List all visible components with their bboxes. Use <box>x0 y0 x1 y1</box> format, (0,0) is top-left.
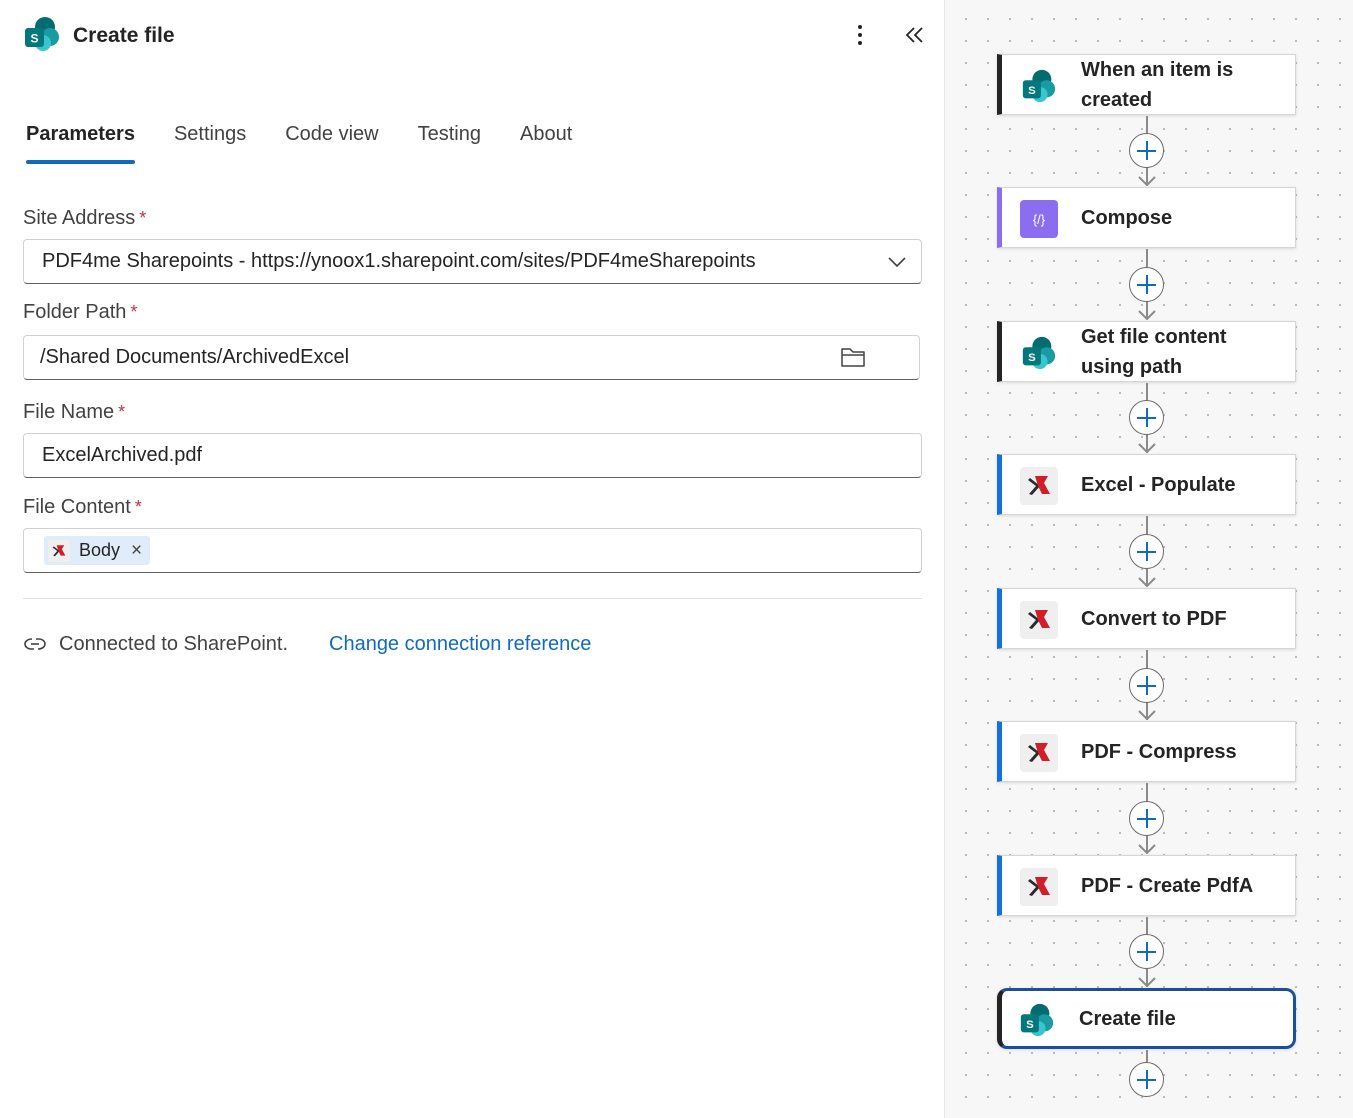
folder-icon[interactable] <box>839 344 867 370</box>
arrow-down-icon <box>1138 443 1156 453</box>
sharepoint-icon <box>1020 1003 1054 1037</box>
flow-step-label: When an item is created <box>1081 58 1234 111</box>
change-connection-link[interactable]: Change connection reference <box>329 633 591 656</box>
site-address-label: Site Address * <box>23 207 146 230</box>
folder-path-label-text: Folder Path <box>23 301 127 323</box>
flow-canvas[interactable]: When an item is created {/} Compose Get … <box>944 0 1353 1118</box>
required-marker: * <box>130 302 138 322</box>
pdf4me-icon <box>1020 601 1058 639</box>
folder-path-input[interactable]: /Shared Documents/ArchivedExcel <box>23 335 920 380</box>
add-step-button[interactable] <box>1129 534 1164 569</box>
pdf4me-icon <box>48 539 70 562</box>
tab-testing[interactable]: Testing <box>418 120 481 168</box>
sharepoint-icon <box>1022 69 1056 103</box>
flow-step-pdf-compress[interactable]: PDF - Compress <box>997 721 1296 782</box>
arrow-down-icon <box>1138 310 1156 320</box>
required-marker: * <box>139 208 147 228</box>
flow-step-label: Create file <box>1079 1007 1176 1030</box>
flow-step-pdf-create-pdfa[interactable]: PDF - Create PdfA <box>997 855 1296 916</box>
pdf4me-icon <box>1020 467 1058 505</box>
file-name-label: File Name * <box>23 401 125 424</box>
more-options-button[interactable] <box>848 20 872 50</box>
arrow-down-icon <box>1138 844 1156 854</box>
panel-header: Create file <box>22 14 932 58</box>
flow-step-get-file-content[interactable]: Get file content using path <box>997 321 1296 382</box>
sharepoint-icon <box>25 17 59 51</box>
body-token[interactable]: Body × <box>44 536 151 565</box>
file-content-label: File Content * <box>23 496 142 519</box>
file-name-value: ExcelArchived.pdf <box>42 444 203 466</box>
flow-step-label: Convert to PDF <box>1081 607 1227 630</box>
file-content-label-text: File Content <box>23 496 131 518</box>
close-icon[interactable]: × <box>131 540 142 562</box>
arrow-down-icon <box>1138 977 1156 987</box>
flow-step-label: Compose <box>1081 206 1173 229</box>
required-marker: * <box>134 497 142 517</box>
arrow-down-icon <box>1138 176 1156 186</box>
required-marker: * <box>118 402 126 422</box>
add-step-button[interactable] <box>1129 267 1164 302</box>
arrow-down-icon <box>1138 710 1156 720</box>
collapse-panel-icon[interactable] <box>902 20 928 50</box>
body-token-label: Body <box>79 540 121 560</box>
tab-code-view[interactable]: Code view <box>285 120 378 168</box>
site-address-dropdown[interactable]: PDF4me Sharepoints - https://ynoox1.shar… <box>23 239 922 284</box>
flow-step-compose[interactable]: {/} Compose <box>997 187 1296 248</box>
svg-text:{/}: {/} <box>1033 212 1046 227</box>
flow-step-label: Get file content using path <box>1081 325 1227 378</box>
pdf4me-icon <box>1020 868 1058 906</box>
site-address-label-text: Site Address <box>23 207 136 229</box>
flow-step-create-file[interactable]: Create file <box>997 988 1296 1049</box>
flow-step-convert-to-pdf[interactable]: Convert to PDF <box>997 588 1296 649</box>
pdf4me-icon <box>1020 734 1058 772</box>
add-step-button[interactable] <box>1129 801 1164 836</box>
add-step-button[interactable] <box>1129 934 1164 969</box>
add-step-button[interactable] <box>1129 133 1164 168</box>
add-step-button[interactable] <box>1129 400 1164 435</box>
panel-title: Create file <box>73 24 175 47</box>
link-icon <box>24 638 46 650</box>
arrow-down-icon <box>1138 577 1156 587</box>
site-address-value: PDF4me Sharepoints - https://ynoox1.shar… <box>42 250 756 272</box>
chevron-down-icon <box>888 257 906 268</box>
tab-parameters[interactable]: Parameters <box>26 120 135 168</box>
sharepoint-icon <box>1022 336 1056 370</box>
file-content-input[interactable]: Body × <box>23 528 922 573</box>
flow-step-excel-populate[interactable]: Excel - Populate <box>997 454 1296 515</box>
connection-status: Connected to SharePoint. <box>59 633 289 655</box>
add-step-button[interactable] <box>1129 668 1164 703</box>
folder-path-label: Folder Path * <box>23 301 137 324</box>
tab-settings[interactable]: Settings <box>174 120 246 168</box>
tab-about[interactable]: About <box>520 120 572 168</box>
connector-line <box>1146 1050 1148 1062</box>
flow-step-label: PDF - Create PdfA <box>1081 874 1254 897</box>
file-name-input[interactable]: ExcelArchived.pdf <box>23 433 922 478</box>
compose-icon: {/} <box>1020 200 1058 238</box>
panel-tabs: Parameters Settings Code view Testing Ab… <box>26 120 611 168</box>
folder-path-value: /Shared Documents/ArchivedExcel <box>40 346 350 368</box>
create-file-panel: Create file Parameters Settings Code vie… <box>0 0 944 1118</box>
divider <box>23 598 922 599</box>
flow-step-label: PDF - Compress <box>1081 740 1237 763</box>
add-step-button[interactable] <box>1129 1062 1164 1097</box>
file-name-label-text: File Name <box>23 401 115 423</box>
flow-step-label: Excel - Populate <box>1081 473 1236 496</box>
flow-step-trigger[interactable]: When an item is created <box>997 54 1296 115</box>
